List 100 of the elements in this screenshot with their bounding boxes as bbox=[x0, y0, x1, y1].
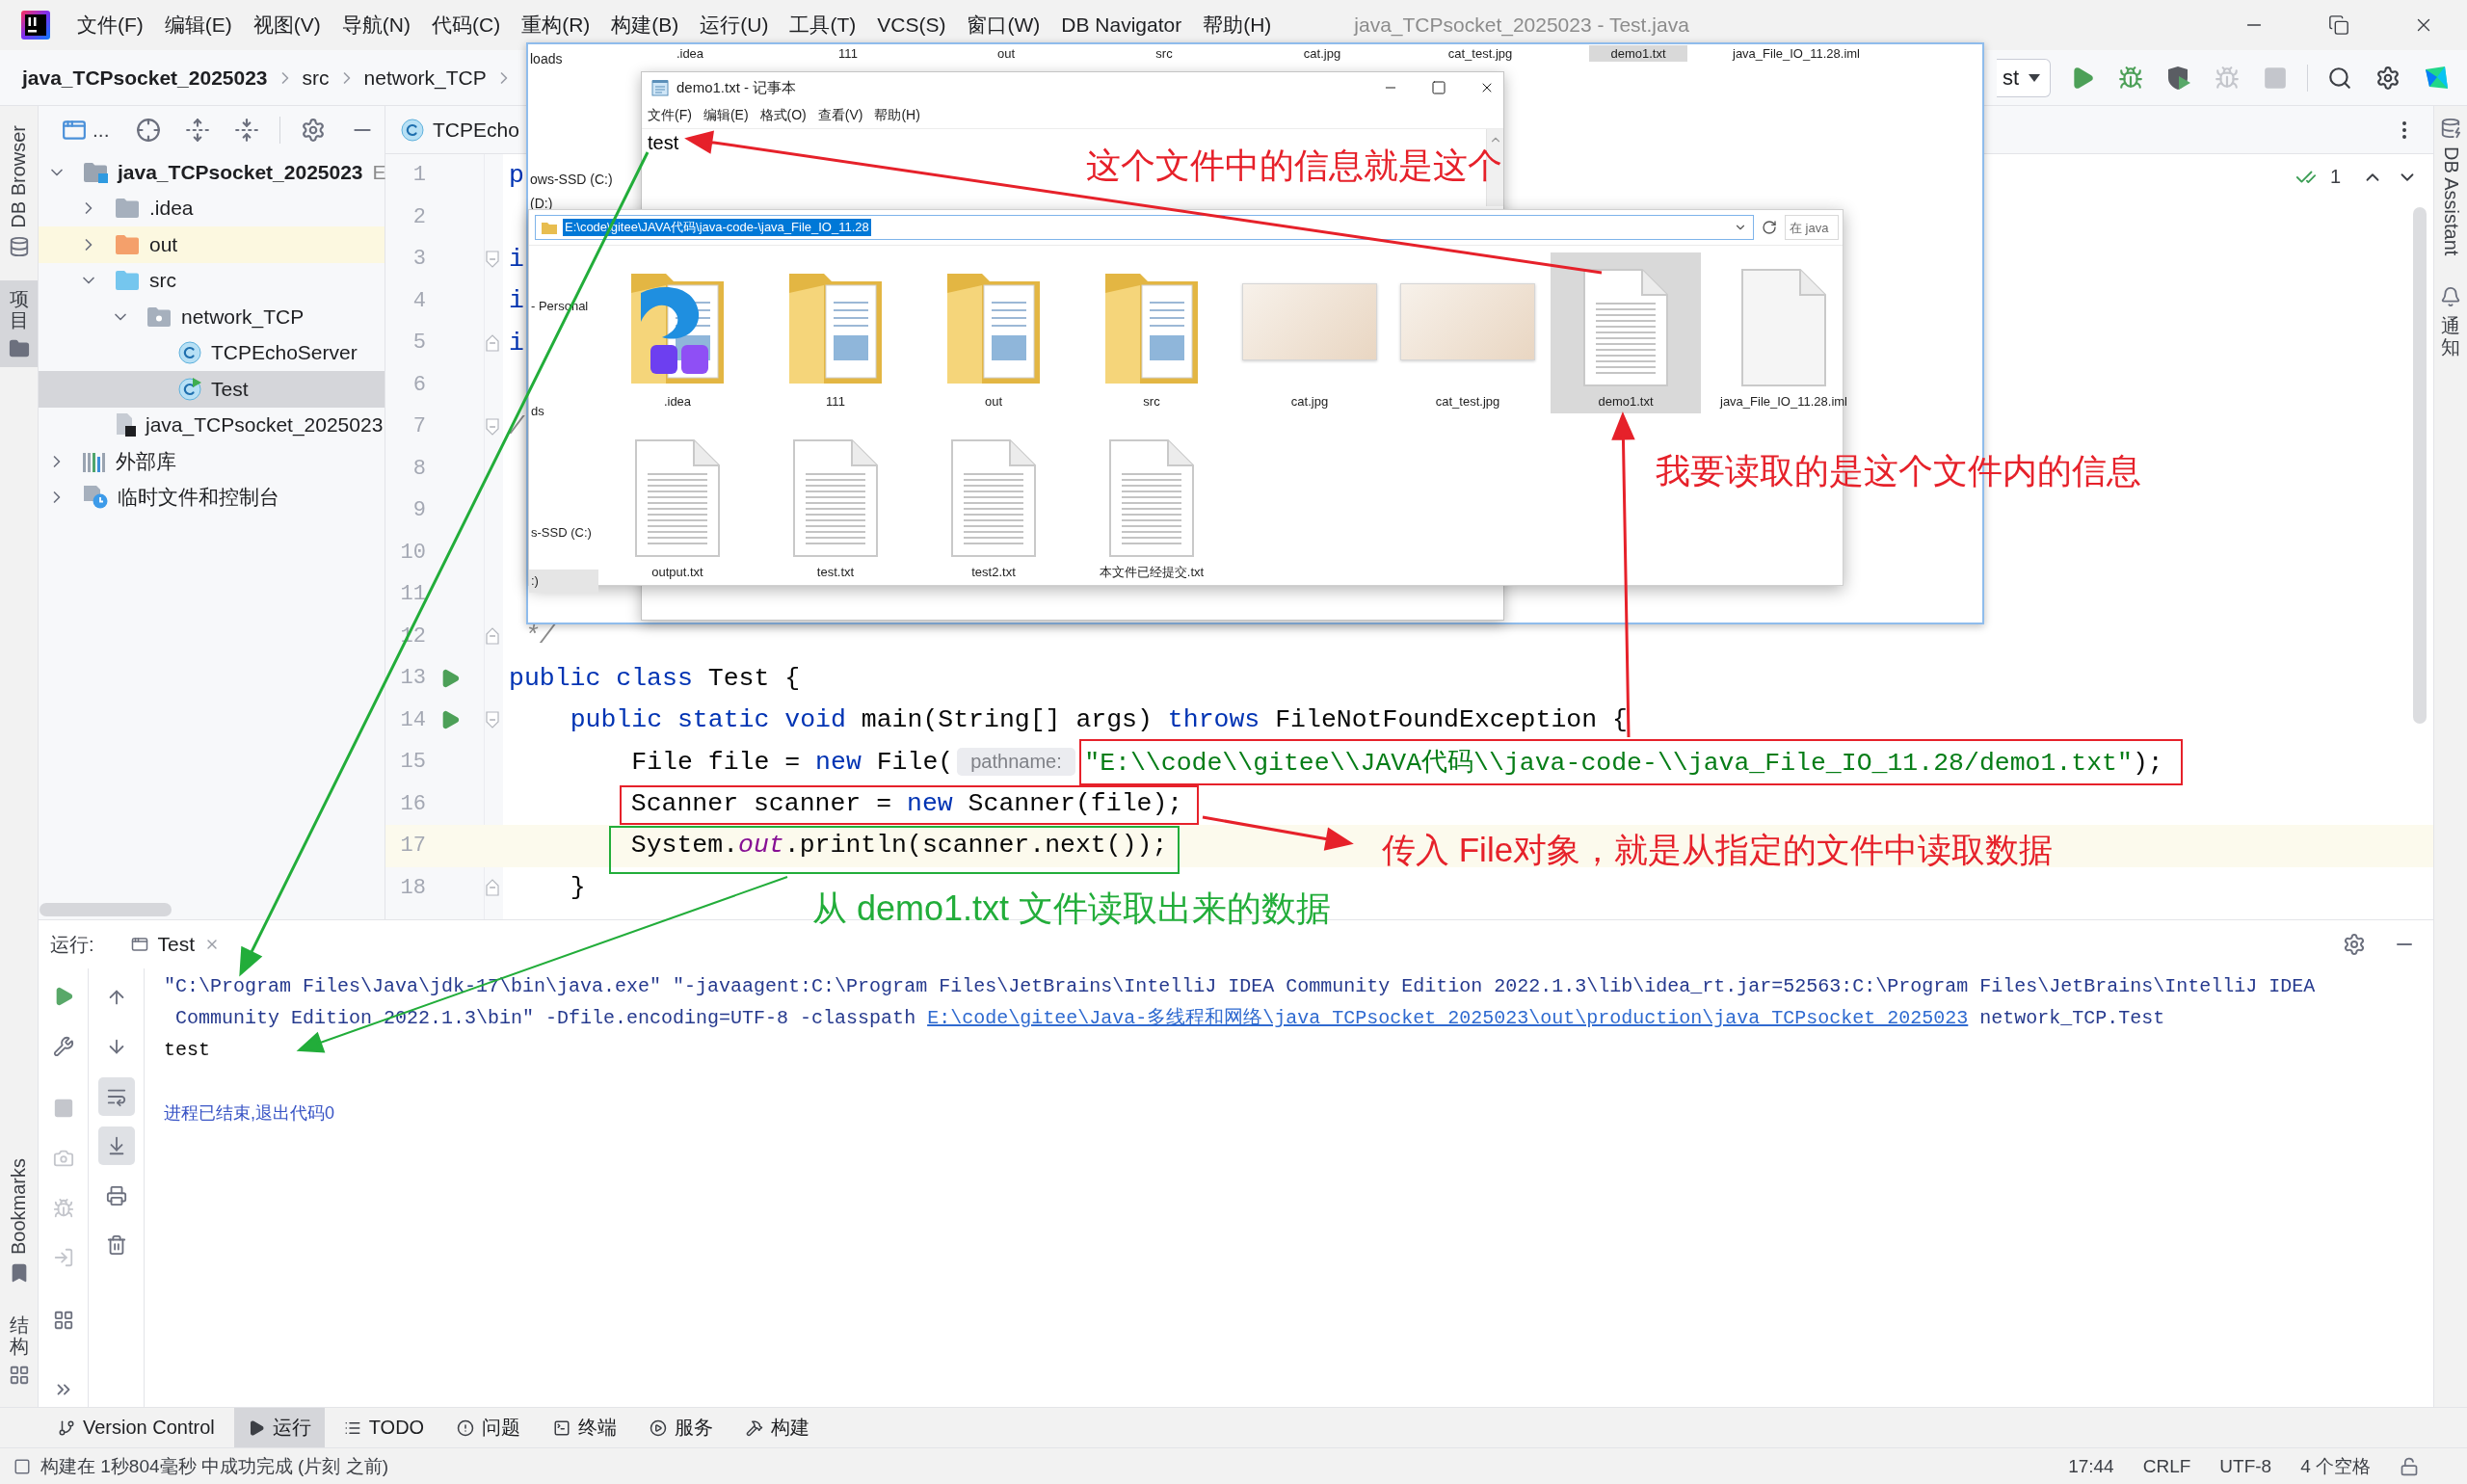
shield-play-icon[interactable] bbox=[2166, 65, 2191, 91]
menu-item[interactable]: 导航(N) bbox=[341, 12, 411, 39]
menu-item[interactable]: 编辑(E) bbox=[703, 107, 749, 124]
file-item[interactable]: java_File_IO_11.28.iml bbox=[1709, 252, 1859, 413]
menu-item[interactable]: 工具(T) bbox=[789, 12, 857, 39]
printer-icon[interactable] bbox=[105, 1185, 127, 1206]
menu-item[interactable]: 文件(F) bbox=[648, 107, 692, 124]
tree-item[interactable]: java_TCPsocket_2025023 E bbox=[39, 154, 385, 191]
file-item[interactable]: src bbox=[1076, 252, 1227, 413]
tool-window-button[interactable]: Bookmarks bbox=[0, 1150, 38, 1291]
tool-window-tab[interactable]: 终端 bbox=[540, 1408, 631, 1447]
refresh-icon[interactable] bbox=[1762, 220, 1777, 235]
fold-marker-icon[interactable] bbox=[486, 417, 499, 436]
toggle-button[interactable] bbox=[97, 1077, 135, 1116]
scrollbar-thumb[interactable] bbox=[40, 903, 172, 916]
search-field[interactable]: 在 java bbox=[1785, 215, 1839, 240]
file-label[interactable]: demo1.txt bbox=[1589, 45, 1687, 62]
nav-item[interactable]: loads bbox=[530, 49, 613, 68]
crosshair-icon[interactable] bbox=[135, 118, 161, 143]
menu-item[interactable]: DB Navigator bbox=[1061, 13, 1182, 37]
file-item[interactable]: 本文件已经提交.txt bbox=[1076, 423, 1227, 584]
breadcrumb[interactable]: network_TCP bbox=[363, 66, 487, 90]
tree-item[interactable]: 外部库 bbox=[39, 443, 385, 480]
scrollbar-thumb[interactable] bbox=[2413, 207, 2427, 724]
menu-item[interactable]: 帮助(H) bbox=[874, 107, 920, 124]
logo-icon[interactable] bbox=[2424, 65, 2449, 91]
editor-tab[interactable]: TCPEcho bbox=[401, 106, 519, 153]
tool-window-tab[interactable]: 问题 bbox=[443, 1408, 535, 1447]
maximize-icon[interactable] bbox=[1431, 80, 1446, 95]
status-item[interactable]: 4 个空格 bbox=[2300, 1453, 2371, 1479]
console-link[interactable]: E:\code\gitee\Java-多线程和网络\java_TCPsocket_2025023\out\production\java_TCPsocket_2025023 bbox=[927, 1007, 1969, 1029]
fold-marker-icon[interactable] bbox=[486, 250, 499, 268]
fold-marker-icon[interactable] bbox=[486, 627, 499, 646]
file-item[interactable]: .idea bbox=[602, 252, 753, 413]
menu-item[interactable]: 文件(F) bbox=[77, 12, 144, 39]
file-item[interactable]: 111 bbox=[760, 252, 911, 413]
nav-item[interactable]: ows-SSD (C:) bbox=[530, 170, 613, 189]
toggle-button[interactable] bbox=[97, 1126, 135, 1165]
tree-item[interactable]: 临时文件和控制台 bbox=[39, 479, 385, 516]
file-item[interactable]: cat_test.jpg bbox=[1393, 252, 1543, 413]
menu-item[interactable]: 编辑(E) bbox=[164, 12, 232, 39]
file-item[interactable]: output.txt bbox=[602, 423, 753, 584]
expand-all-icon[interactable] bbox=[184, 118, 210, 143]
tool-window-tab[interactable]: Version Control bbox=[44, 1408, 228, 1447]
settings-icon[interactable] bbox=[2343, 933, 2366, 956]
tool-window-button[interactable]: 结构 bbox=[0, 1307, 38, 1393]
menu-item[interactable]: 查看(V) bbox=[817, 107, 863, 124]
menu-item[interactable]: 窗口(W) bbox=[967, 12, 1041, 39]
menu-item[interactable]: 视图(V) bbox=[252, 12, 321, 39]
run-tab[interactable]: Test bbox=[130, 933, 221, 956]
menu-item[interactable]: 构建(B) bbox=[611, 12, 679, 39]
square-icon[interactable] bbox=[13, 1457, 31, 1475]
tool-window-tab[interactable]: 运行 bbox=[233, 1408, 325, 1447]
tool-window-button[interactable]: DB Browser bbox=[0, 118, 38, 265]
tool-window-button[interactable]: DB Assistant bbox=[2434, 110, 2467, 264]
tree-item[interactable]: Test bbox=[39, 371, 385, 408]
tree-item[interactable]: out bbox=[39, 226, 385, 263]
fold-marker-icon[interactable] bbox=[486, 879, 499, 897]
trash-icon[interactable] bbox=[105, 1234, 127, 1256]
settings-icon[interactable] bbox=[2375, 65, 2401, 91]
file-item[interactable]: cat.jpg bbox=[1234, 252, 1385, 413]
status-item[interactable]: CRLF bbox=[2142, 1455, 2191, 1477]
fold-marker-icon[interactable] bbox=[486, 711, 499, 729]
nav-item[interactable]: :) bbox=[529, 570, 598, 593]
file-label[interactable]: src bbox=[1134, 45, 1194, 62]
file-item[interactable]: test2.txt bbox=[918, 423, 1069, 584]
tool-window-tab[interactable]: 服务 bbox=[636, 1408, 728, 1447]
wrench-icon[interactable] bbox=[52, 1036, 74, 1057]
tool-window-button[interactable]: 项目 bbox=[0, 279, 38, 367]
file-label[interactable]: cat.jpg bbox=[1282, 45, 1363, 62]
tree-item[interactable]: network_TCP bbox=[39, 299, 385, 335]
file-label[interactable]: 111 bbox=[817, 45, 879, 62]
bug-icon[interactable] bbox=[2118, 65, 2143, 91]
status-item[interactable]: 17:44 bbox=[2068, 1455, 2114, 1477]
menu-item[interactable]: 重构(R) bbox=[521, 12, 591, 39]
breadcrumb[interactable]: src bbox=[302, 66, 330, 90]
view-selector[interactable]: ... bbox=[62, 118, 110, 143]
tree-item[interactable]: .idea bbox=[39, 190, 385, 226]
tree-item[interactable]: TCPEchoServer bbox=[39, 334, 385, 371]
collapse-all-icon[interactable] bbox=[233, 118, 259, 143]
tree-item[interactable]: src bbox=[39, 262, 385, 299]
status-item[interactable]: UTF-8 bbox=[2219, 1455, 2272, 1477]
tree-item[interactable]: java_TCPsocket_2025023 bbox=[39, 407, 385, 443]
tool-window-tab[interactable]: 构建 bbox=[732, 1408, 824, 1447]
restore-icon[interactable] bbox=[2328, 14, 2349, 36]
nav-item[interactable]: ds bbox=[529, 400, 598, 423]
menu-item[interactable]: 运行(U) bbox=[700, 12, 769, 39]
grid-icon[interactable] bbox=[52, 1310, 74, 1331]
file-item[interactable]: out bbox=[918, 252, 1069, 413]
file-label[interactable]: cat_test.jpg bbox=[1426, 45, 1534, 62]
search-icon[interactable] bbox=[2327, 65, 2352, 91]
lock-icon[interactable] bbox=[2400, 1456, 2419, 1476]
file-label[interactable]: java_File_IO_11.28.iml bbox=[1711, 45, 1881, 62]
file-label[interactable]: .idea bbox=[654, 45, 726, 62]
nav-item[interactable]: s-SSD (C:) bbox=[529, 521, 598, 544]
fold-marker-icon[interactable] bbox=[486, 333, 499, 352]
tool-window-button[interactable]: 通知 bbox=[2434, 278, 2467, 366]
settings-icon[interactable] bbox=[300, 118, 326, 143]
file-item[interactable]: demo1.txt bbox=[1551, 252, 1701, 413]
menu-item[interactable]: 格式(O) bbox=[759, 107, 807, 124]
